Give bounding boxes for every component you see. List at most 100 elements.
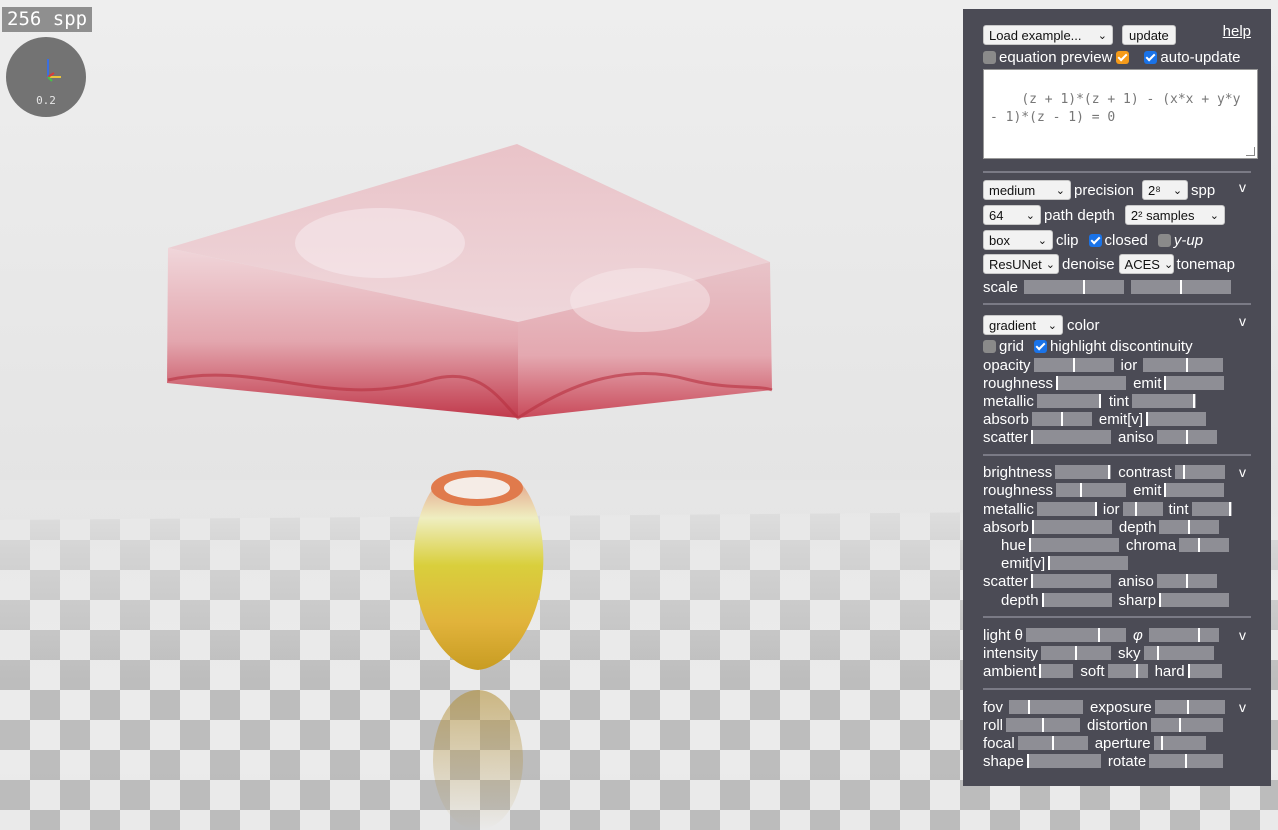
slider-thumb[interactable] [1159,593,1162,607]
surface-emitv-slider[interactable] [1048,556,1129,570]
slider-thumb[interactable] [1157,646,1160,660]
slider-thumb[interactable] [1026,754,1029,768]
yup-checkbox[interactable] [1157,233,1171,247]
equation-preview-checkbox[interactable] [983,50,996,64]
scatter-slider[interactable] [1031,430,1112,444]
slider-thumb[interactable] [1082,280,1085,294]
rotate-slider[interactable] [1149,754,1224,768]
slider-thumb[interactable] [1098,394,1101,408]
aniso-slider[interactable] [1156,430,1217,444]
tonemap-select[interactable]: ACES ⌄ [1118,254,1174,274]
surface-aniso-slider[interactable] [1156,574,1217,588]
slider-thumb[interactable] [1094,502,1097,516]
slider-thumb[interactable] [1185,430,1188,444]
resize-grip-icon[interactable] [1246,147,1255,156]
sharp-slider[interactable] [1159,593,1230,607]
highlight-discontinuity-checkbox[interactable] [1034,339,1048,353]
emit-slider[interactable] [1164,376,1225,390]
ior-slider[interactable] [1143,358,1224,372]
slider-thumb[interactable] [1187,664,1190,678]
slider-thumb[interactable] [1197,628,1200,642]
sky-slider[interactable] [1143,646,1214,660]
slider-thumb[interactable] [1136,664,1139,678]
hard-slider[interactable] [1187,664,1222,678]
tint-slider[interactable] [1131,394,1196,408]
slider-thumb[interactable] [1161,736,1164,750]
soft-slider[interactable] [1107,664,1148,678]
slider-thumb[interactable] [1097,628,1100,642]
help-link[interactable]: help [1223,23,1251,40]
slider-thumb[interactable] [1198,538,1201,552]
samples-select[interactable]: 2² samples ⌄ [1124,205,1225,225]
slider-thumb[interactable] [1134,502,1137,516]
slider-thumb[interactable] [1185,574,1188,588]
slider-thumb[interactable] [1031,430,1034,444]
contrast-slider[interactable] [1174,465,1225,479]
slider-thumb[interactable] [1186,358,1189,372]
load-example-select[interactable]: Load example... ⌄ [983,25,1113,45]
roll-slider[interactable] [1006,718,1081,732]
shape-slider[interactable] [1026,754,1101,768]
slider-thumb[interactable] [1164,376,1167,390]
exposure-slider[interactable] [1154,700,1225,714]
brightness-slider[interactable] [1055,465,1112,479]
slider-thumb[interactable] [1031,520,1034,534]
slider-thumb[interactable] [1107,465,1110,479]
surface-roughness-slider[interactable] [1056,483,1127,497]
surface-absorb-slider[interactable] [1031,520,1112,534]
aperture-slider[interactable] [1153,736,1206,750]
surface-scatter-slider[interactable] [1031,574,1112,588]
path-depth-select[interactable]: 64 ⌄ [983,205,1041,225]
slider-thumb[interactable] [1192,394,1195,408]
precision-select[interactable]: medium ⌄ [983,180,1071,200]
slider-thumb[interactable] [1072,358,1075,372]
depth-slider[interactable] [1159,520,1220,534]
axis-gizmo[interactable]: 0.2 [6,37,86,117]
slider-thumb[interactable] [1060,412,1063,426]
ambient-slider[interactable] [1039,664,1074,678]
slider-thumb[interactable] [1079,483,1082,497]
slider-thumb[interactable] [1041,593,1044,607]
intensity-slider[interactable] [1041,646,1112,660]
roughness-slider[interactable] [1056,376,1127,390]
surface-ior-slider[interactable] [1122,502,1163,516]
slider-thumb[interactable] [1188,520,1191,534]
surface-tint-slider[interactable] [1191,502,1232,516]
closed-checkbox[interactable] [1088,233,1102,247]
slider-thumb[interactable] [1164,483,1167,497]
color-select[interactable]: gradient ⌄ [983,315,1063,335]
light-phi-slider[interactable] [1148,628,1219,642]
opacity-slider[interactable] [1033,358,1114,372]
slider-thumb[interactable] [1186,700,1189,714]
update-button[interactable]: update [1122,25,1176,45]
slider-thumb[interactable] [1042,718,1045,732]
hue-slider[interactable] [1029,538,1120,552]
slider-thumb[interactable] [1056,376,1059,390]
slider-thumb[interactable] [1185,754,1188,768]
surface-metallic-slider[interactable] [1036,502,1097,516]
slider-thumb[interactable] [1178,718,1181,732]
slider-thumb[interactable] [1180,280,1183,294]
slider-thumb[interactable] [1051,736,1054,750]
surface-emit-slider[interactable] [1164,483,1225,497]
slider-thumb[interactable] [1029,538,1032,552]
slider-thumb[interactable] [1182,465,1185,479]
slider-thumb[interactable] [1075,646,1078,660]
slider-thumb[interactable] [1031,574,1034,588]
slider-thumb[interactable] [1146,412,1149,426]
auto-update-checkbox[interactable] [1144,50,1158,64]
scale-slider[interactable] [1024,280,1125,294]
spp-select[interactable]: 2⁸ ⌄ [1142,180,1189,200]
clip-select[interactable]: box ⌄ [983,230,1053,250]
denoise-select[interactable]: ResUNet ⌄ [983,254,1059,274]
slider-thumb[interactable] [1048,556,1051,570]
absorb-slider[interactable] [1031,412,1092,426]
fov-slider[interactable] [1009,700,1084,714]
surface-depth-slider[interactable] [1041,593,1112,607]
chroma-slider[interactable] [1179,538,1230,552]
slider-thumb[interactable] [1228,502,1231,516]
metallic-slider[interactable] [1036,394,1101,408]
light-theta-slider[interactable] [1026,628,1127,642]
slider-thumb[interactable] [1039,664,1042,678]
focal-slider[interactable] [1017,736,1088,750]
